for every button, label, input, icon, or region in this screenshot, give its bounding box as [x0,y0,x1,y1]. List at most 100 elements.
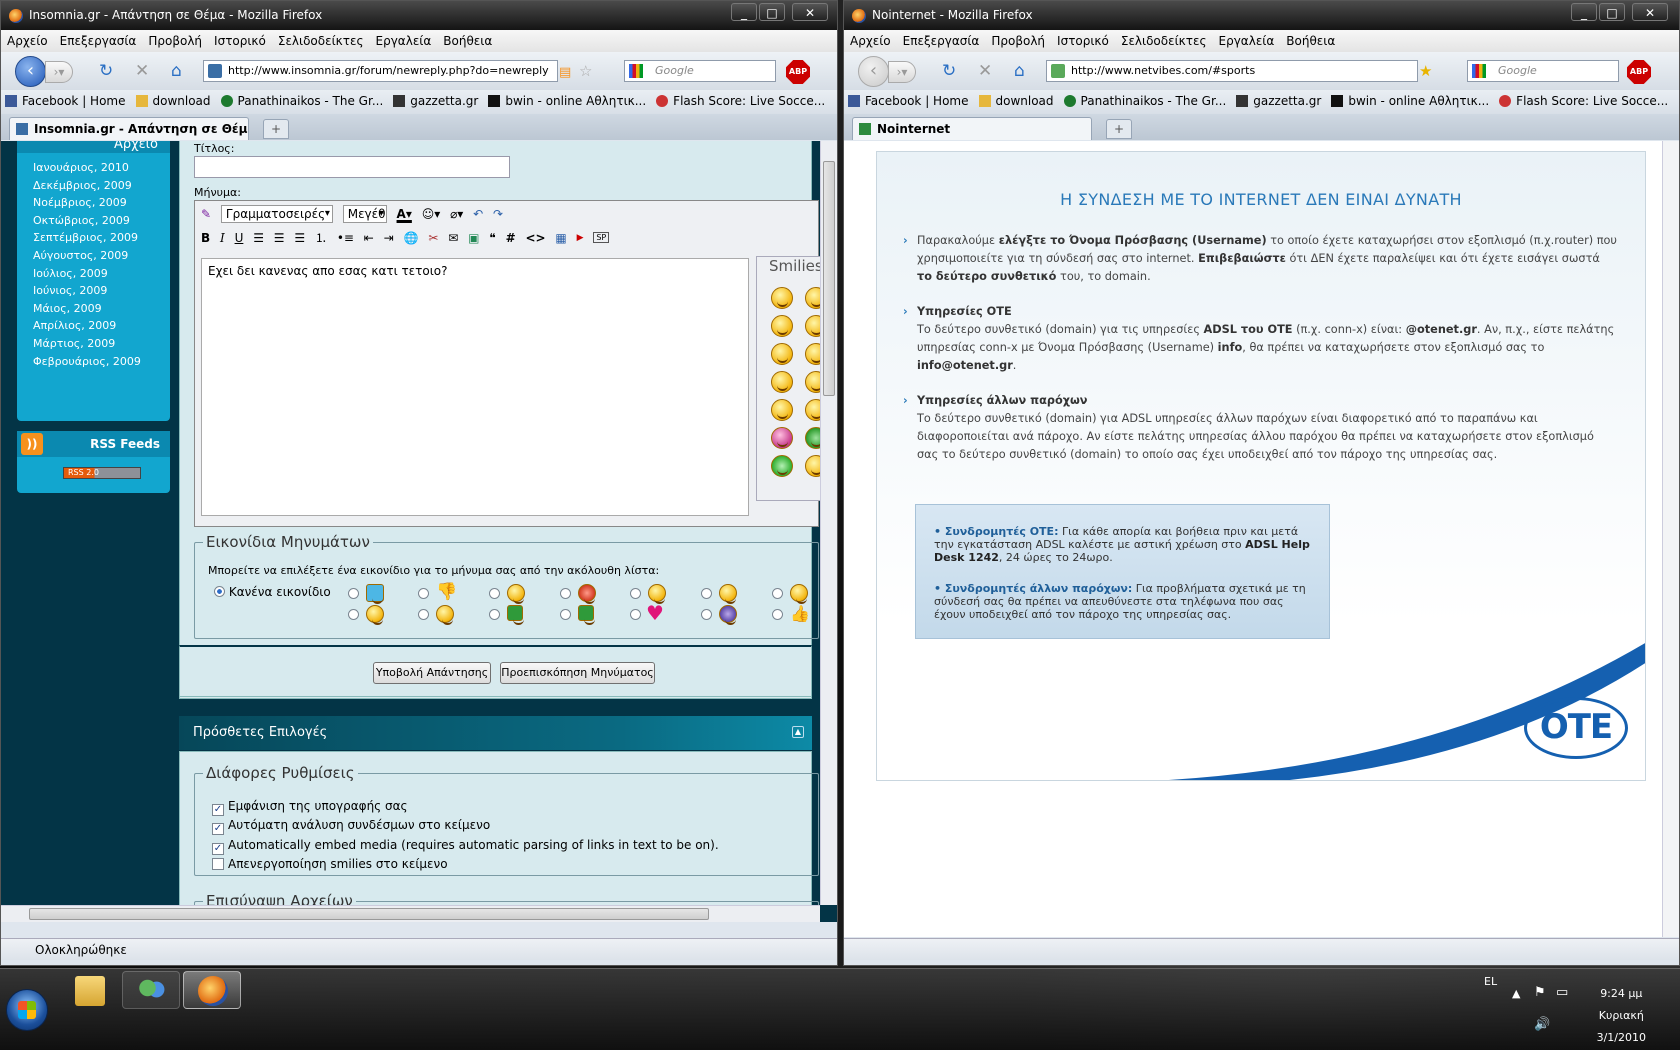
option-disable-smilies[interactable]: Απενεργοποίηση smilies στο κείμενο [212,855,719,874]
post-icon-radio[interactable] [489,588,500,599]
taskbar-explorer[interactable] [60,971,118,1009]
option-parse-links[interactable]: ✓ Αυτόματη ανάλυση συνδέσμων στο κείμενο [212,816,719,836]
menu-edit[interactable]: Επεξεργασία [54,30,143,48]
post-icon-radio[interactable] [772,588,783,599]
new-tab-button[interactable]: + [263,119,289,139]
post-icon-radio[interactable] [418,609,429,620]
archive-link[interactable]: Ιούλιος, 2009 [33,265,170,283]
remove-format-icon[interactable]: ✎ [201,207,211,221]
menu-history[interactable]: Ιστορικό [208,30,272,48]
redo-icon[interactable]: ↷ [493,207,503,221]
menu-tools[interactable]: Εργαλεία [1213,30,1281,48]
menu-tools[interactable]: Εργαλεία [370,30,438,48]
smiley-icon[interactable] [771,315,793,337]
minimize-button[interactable]: _ [731,3,757,21]
horizontal-scrollbar[interactable] [1,905,820,922]
email-icon[interactable]: ✉ [448,231,458,245]
clock[interactable]: 9:24 μμ Κυριακή 3/1/2010 [1597,983,1646,1049]
quote-icon[interactable]: ❝ [489,231,495,245]
font-select[interactable]: Γραμματοσειρές [220,205,333,223]
post-icon-radio[interactable] [560,588,571,599]
title-bar[interactable]: Insomnia.gr - Απάντηση σε Θέμα - Mozilla… [1,1,837,30]
close-button[interactable]: ✕ [792,3,828,21]
close-button[interactable]: ✕ [1632,3,1668,21]
back-button[interactable]: ‹ [15,56,46,87]
italic-icon[interactable]: I [220,231,225,245]
bookmark-bwin[interactable]: bwin - online Αθλητικ... [484,90,652,108]
bookmark-flashscore[interactable]: Flash Score: Live Socce... [1495,90,1674,108]
post-icon-radio[interactable] [630,609,641,620]
bookmark-facebook[interactable]: Facebook | Home [844,90,975,108]
preview-button[interactable]: Προεπισκόπηση Μηνύματος [500,662,655,684]
taskbar-firefox[interactable] [183,971,241,1009]
menu-view[interactable]: Προβολή [985,30,1051,48]
menu-bookmarks[interactable]: Σελιδοδείκτες [1115,30,1213,48]
stop-icon[interactable]: ✕ [135,63,149,80]
option-show-signature[interactable]: ✓ Εμφάνιση της υπογραφής σας [212,797,719,816]
minimize-button[interactable]: _ [1571,3,1597,21]
bookmark-gazzetta[interactable]: gazzetta.gr [1232,90,1327,108]
archive-link[interactable]: Μάρτιος, 2009 [33,335,170,353]
archive-link[interactable]: Ιανουάριος, 2010 [33,159,170,177]
menu-history[interactable]: Ιστορικό [1051,30,1115,48]
numbered-list-icon[interactable]: ⒈ [315,229,327,246]
input-language[interactable]: EL [1484,975,1497,988]
menu-file[interactable]: Αρχείο [1,30,54,48]
option-embed-media[interactable]: ✓ Automatically embed media (requires aut… [212,836,719,855]
home-icon[interactable]: ⌂ [1014,63,1025,80]
size-select[interactable]: Μεγέθ [342,205,387,223]
bullet-list-icon[interactable]: •≡ [337,231,354,245]
rss-feed-icon[interactable]: ▤ [559,64,571,81]
maximize-button[interactable]: □ [759,3,785,21]
post-icon-radio[interactable] [772,609,783,620]
checkbox[interactable]: ✓ [212,842,224,855]
archive-link[interactable]: Οκτώβριος, 2009 [33,212,170,230]
smiley-icon[interactable] [771,371,793,393]
title-input[interactable] [194,156,510,178]
tab-nointernet[interactable]: Nointernet [852,117,1092,140]
adblock-icon[interactable]: ABP [786,60,810,84]
rss-2-badge[interactable]: RSS 2.0 [63,467,141,479]
archive-link[interactable]: Δεκέμβριος, 2009 [33,177,170,195]
star-bookmark-icon[interactable]: ★ [1419,63,1432,80]
title-bar[interactable]: Nointernet - Mozilla Firefox _ □ ✕ [844,1,1679,30]
youtube-icon[interactable]: ▶ [577,233,584,243]
bookmark-download[interactable]: download [132,90,217,108]
archive-link[interactable]: Αύγουστος, 2009 [33,247,170,265]
smiley-icon[interactable] [771,399,793,421]
vertical-scrollbar[interactable] [820,141,837,905]
show-hidden-icons[interactable]: ▲ [1512,987,1520,1000]
archive-link[interactable]: Νοέμβριος, 2009 [33,194,170,212]
network-icon[interactable]: ▭ [1556,985,1568,1000]
code-icon[interactable]: <> [525,231,545,245]
smiley-icon[interactable] [771,343,793,365]
bookmark-flashscore[interactable]: Flash Score: Live Socce... [652,90,831,108]
menu-bookmarks[interactable]: Σελιδοδείκτες [272,30,370,48]
post-icon-radio[interactable] [489,609,500,620]
smiley-green-icon[interactable] [771,455,793,477]
checkbox[interactable] [212,857,224,870]
volume-icon[interactable]: 🔊 [1534,1017,1550,1032]
submit-reply-button[interactable]: Υποβολή Απάντησης [373,662,491,684]
no-icon-option[interactable]: Κανένα εικονίδιο [214,585,331,599]
url-bar[interactable]: http://www.insomnia.gr/forum/newreply.ph… [203,60,558,82]
message-textarea[interactable]: Εχει δει κανενας απο εσας κατι τετοιο? [201,258,749,516]
star-bookmark-icon[interactable]: ☆ [579,63,592,80]
reload-icon[interactable]: ↻ [99,63,113,80]
maximize-button[interactable]: □ [1599,3,1625,21]
search-box[interactable]: Google [624,60,776,82]
menu-help[interactable]: Βοήθεια [437,30,498,48]
collapse-icon[interactable]: ▲ [792,726,804,738]
align-center-icon[interactable]: ☰ [274,231,285,245]
archive-link[interactable]: Ιούνιος, 2009 [33,282,170,300]
checkbox[interactable]: ✓ [212,823,224,836]
bookmark-panathinaikos[interactable]: Panathinaikos - The Gr... [217,90,390,108]
post-icon-radio[interactable] [348,588,359,599]
post-icon-radio[interactable] [348,609,359,620]
align-left-icon[interactable]: ☰ [253,231,264,245]
new-tab-button[interactable]: + [1106,119,1132,139]
forward-button[interactable]: ›▾ [888,61,916,83]
tab-insomnia[interactable]: Insomnia.gr - Απάντηση σε Θέμα [9,117,249,140]
php-icon[interactable]: ▦ [555,231,566,245]
taskbar-messenger[interactable] [122,971,180,1009]
